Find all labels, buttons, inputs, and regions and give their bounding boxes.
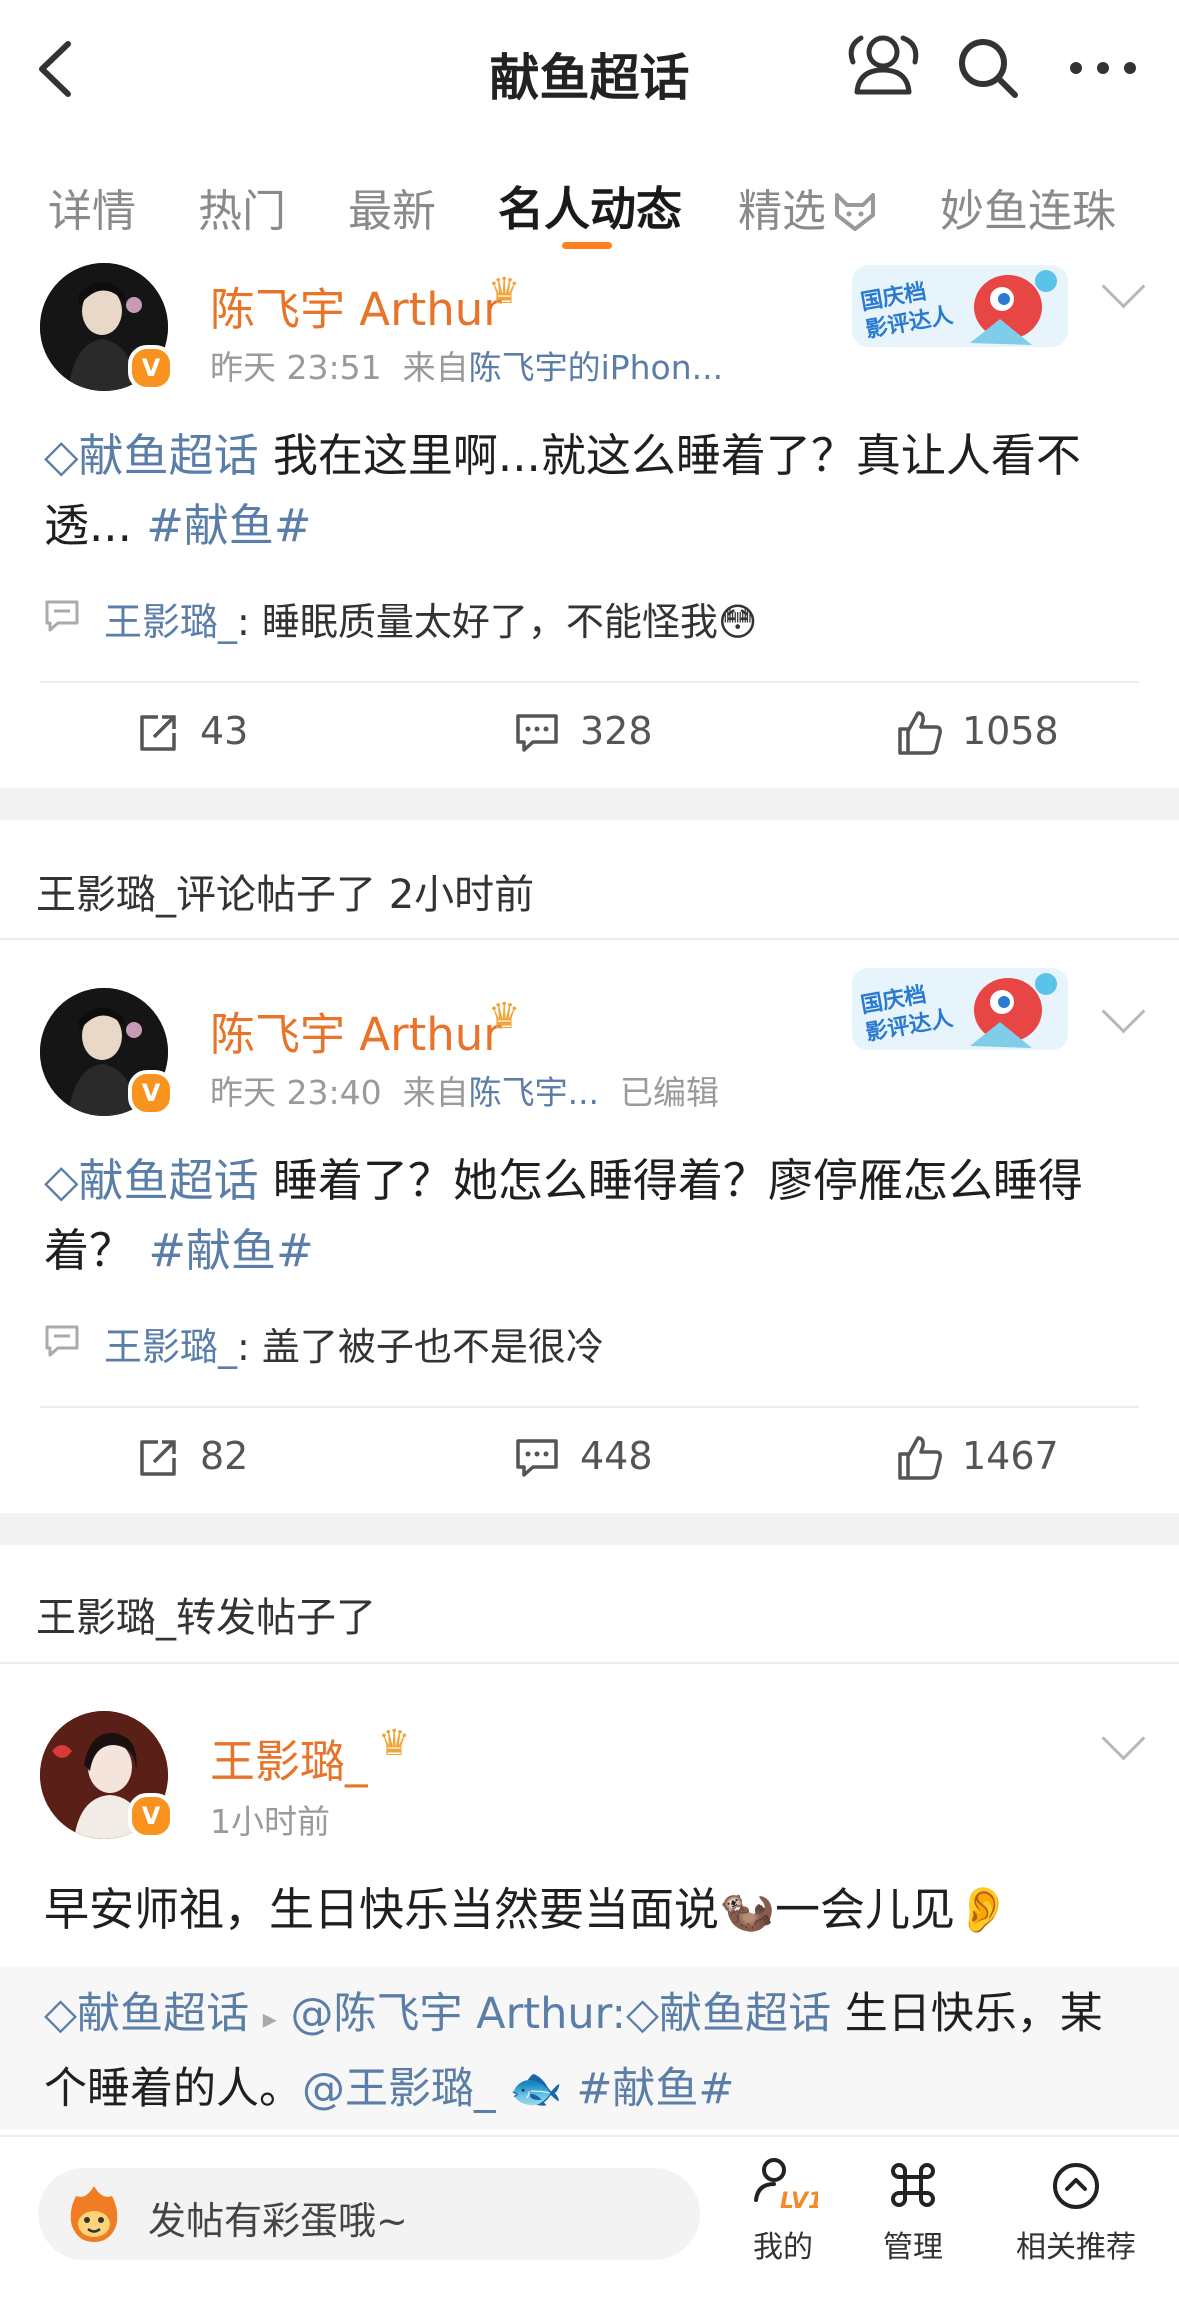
crown-icon: ♛	[488, 271, 521, 312]
post-text: ◇献鱼超话 睡着了？她怎么睡得着？廖停雁怎么睡得着？ #献鱼#	[44, 1154, 1083, 1277]
like-count[interactable]: 1467	[962, 1434, 1059, 1478]
username[interactable]: 王影璐_	[210, 1725, 368, 1790]
post-text: 早安师祖，生日快乐当然要当面说🦦一会儿见👂	[44, 1883, 1012, 1936]
compose-placeholder: 发帖有彩蛋哦~	[148, 2199, 408, 2243]
chevron-down-icon[interactable]	[1101, 264, 1146, 309]
fox-icon	[835, 193, 875, 231]
ear-icon	[1053, 2163, 1099, 2209]
post-card: V 王影璐_ ♛ 1小时前 早安师祖，生日快乐当然要当面说🦦一会儿见👂	[0, 1705, 1179, 1967]
arrow-right-icon: ▸	[262, 2002, 277, 2035]
featured-comment[interactable]: 王影璐_: 睡眠质量太好了，不能怪我😳	[104, 591, 758, 646]
diamond-icon: ◇	[44, 429, 79, 482]
comment-bubble-icon	[45, 1325, 79, 1357]
flushed-emoji-icon: 😳	[717, 600, 758, 644]
chevron-down-icon[interactable]	[1101, 1716, 1146, 1761]
divider	[0, 1662, 1179, 1664]
reposted-content[interactable]: ◇献鱼超话 ▸ @陈飞宇 Arthur:◇献鱼超话 生日快乐，某个睡着的人。@王…	[0, 1967, 1179, 2129]
username[interactable]: 陈飞宇 Arthur	[210, 273, 502, 338]
search-icon[interactable]	[955, 35, 1021, 101]
hashtag-link[interactable]: #献鱼#	[148, 1224, 313, 1277]
comment-user[interactable]: 王影璐_	[104, 1325, 237, 1369]
verified-badge: V	[128, 345, 174, 391]
more-icon[interactable]	[1068, 58, 1138, 78]
mention-link[interactable]: @王影璐_	[302, 2064, 496, 2114]
fish-emoji-icon: 🐟	[509, 2064, 563, 2114]
post-card: V 陈飞宇 Arthur ♛ 昨天 23:40 来自陈飞宇... 已编辑 国庆档…	[0, 968, 1179, 1513]
level-person-icon: LV1	[754, 2158, 818, 2214]
nav-related[interactable]: 相关推荐	[1006, 2156, 1146, 2266]
top-bar: 献鱼超话	[0, 0, 1179, 135]
section-gap	[0, 1513, 1179, 1545]
comment-count[interactable]: 328	[580, 709, 653, 753]
nav-mine[interactable]: LV1 我的	[740, 2156, 826, 2266]
post-meta: 昨天 23:51 来自陈飞宇的iPhon...	[210, 348, 724, 387]
repost-icon[interactable]	[136, 1436, 180, 1480]
comment-icon[interactable]	[515, 713, 559, 753]
mention-link[interactable]: @陈飞宇 Arthur:	[290, 1989, 626, 2039]
compose-input[interactable]: 发帖有彩蛋哦~	[38, 2168, 700, 2260]
divider	[40, 1406, 1139, 1408]
diamond-icon: ◇	[44, 1989, 78, 2039]
active-tab-indicator	[562, 242, 612, 249]
tab-latest[interactable]: 最新	[348, 175, 436, 239]
verified-badge: V	[128, 1793, 174, 1839]
fire-mascot-icon	[70, 2186, 118, 2242]
post-source[interactable]: 陈飞宇...	[469, 1073, 599, 1112]
verified-badge: V	[128, 1070, 174, 1116]
topic-link[interactable]: ◇献鱼超话	[44, 429, 259, 482]
diamond-icon: ◇	[626, 1989, 660, 2039]
otter-emoji-icon: 🦦	[719, 1883, 776, 1936]
comment-count[interactable]: 448	[580, 1434, 653, 1478]
tab-fish-chain[interactable]: 妙鱼连珠	[940, 175, 1116, 239]
edited-label: 已编辑	[620, 1073, 720, 1112]
repost-icon[interactable]	[136, 711, 180, 755]
divider	[40, 681, 1139, 683]
post-card: V 陈飞宇 Arthur ♛ 昨天 23:51 来自陈飞宇的iPhon... 国…	[0, 253, 1179, 788]
comment-bubble-icon	[45, 600, 79, 632]
crown-icon: ♛	[488, 996, 521, 1037]
post-source[interactable]: 陈飞宇的iPhon...	[469, 348, 724, 387]
nav-label: 我的	[753, 2230, 813, 2265]
crown-icon: ♛	[378, 1723, 411, 1764]
divider	[0, 938, 1179, 940]
post-time: 1小时前	[210, 1802, 330, 1841]
post-text: ◇献鱼超话 我在这里啊...就这么睡着了？真让人看不透... #献鱼#	[44, 429, 1081, 552]
comment-user[interactable]: 王影璐_	[104, 600, 237, 644]
comment-icon[interactable]	[515, 1438, 559, 1478]
section-gap	[0, 788, 1179, 820]
topic-link[interactable]: ◇献鱼超话	[626, 1989, 831, 2039]
hashtag-link[interactable]: #献鱼#	[146, 499, 311, 552]
tab-celebrity-updates[interactable]: 名人动态	[498, 173, 682, 239]
activity-label: 王影璐_转发帖子了	[36, 1595, 376, 1641]
tab-featured[interactable]: 精选	[738, 175, 826, 239]
nav-label: 管理	[883, 2230, 943, 2265]
ear-emoji-icon: 👂	[955, 1883, 1012, 1936]
activity-label: 王影璐_评论帖子了 2小时前	[36, 872, 535, 918]
username[interactable]: 陈飞宇 Arthur	[210, 998, 502, 1063]
tab-bar: 详情 热门 最新 名人动态 精选 妙鱼连珠	[0, 135, 1179, 253]
nav-label: 相关推荐	[1016, 2230, 1136, 2265]
featured-comment[interactable]: 王影璐_: 盖了被子也不是很冷	[104, 1316, 604, 1371]
repost-count[interactable]: 82	[200, 1434, 248, 1478]
chevron-down-icon[interactable]	[1101, 989, 1146, 1034]
like-icon[interactable]	[896, 709, 944, 757]
like-icon[interactable]	[896, 1434, 944, 1482]
tab-details[interactable]: 详情	[48, 175, 136, 239]
tab-hot[interactable]: 热门	[198, 175, 286, 239]
like-count[interactable]: 1058	[962, 709, 1059, 753]
level-badge: LV1	[780, 2189, 818, 2214]
command-icon	[891, 2163, 935, 2207]
nav-manage[interactable]: 管理	[870, 2156, 956, 2266]
repost-text: ◇献鱼超话 ▸ @陈飞宇 Arthur:◇献鱼超话 生日快乐，某个睡着的人。@王…	[44, 1989, 1103, 2114]
hashtag-link[interactable]: #献鱼#	[576, 2064, 734, 2114]
topic-link[interactable]: ◇献鱼超话	[44, 1989, 249, 2039]
diamond-icon: ◇	[44, 1154, 79, 1207]
post-meta: 昨天 23:40 来自陈飞宇... 已编辑	[210, 1073, 720, 1112]
topic-link[interactable]: ◇献鱼超话	[44, 1154, 259, 1207]
group-chat-icon[interactable]	[845, 30, 925, 100]
film-critic-banner[interactable]: 国庆档 影评达人	[850, 958, 1070, 1058]
film-critic-banner[interactable]: 国庆档 影评达人	[850, 255, 1070, 355]
repost-count[interactable]: 43	[200, 709, 248, 753]
